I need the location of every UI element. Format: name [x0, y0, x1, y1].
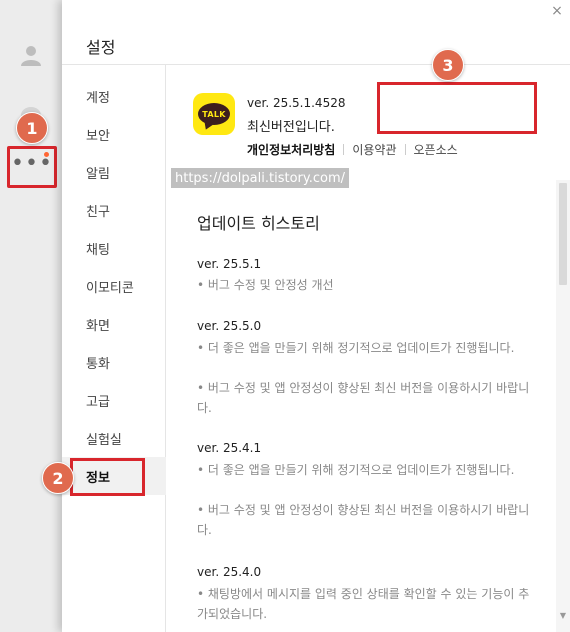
notification-dot: [44, 152, 49, 157]
scroll-down-icon[interactable]: ▼: [559, 612, 567, 620]
app-rail: •••: [0, 0, 62, 632]
history-line: • 더 좋은 앱을 만들기 위해 정기적으로 업데이트가 진행됩니다.: [197, 341, 515, 355]
history-line: • 더 좋은 앱을 만들기 위해 정기적으로 업데이트가 진행됩니다.: [197, 463, 515, 477]
nav-item-account[interactable]: 계정: [62, 77, 166, 115]
history-version: ver. 25.4.1: [197, 441, 262, 455]
privacy-policy-link[interactable]: 개인정보처리방침: [247, 141, 335, 158]
annotation-badge-2: 2: [42, 462, 74, 494]
nav-item-emoticons[interactable]: 이모티콘: [62, 267, 166, 305]
version-text: ver. 25.5.1.4528: [247, 96, 346, 110]
history-line: • 버그 수정 및 앱 안정성이 향상된 최신 버전을 이용하시기 바랍니다.: [197, 381, 530, 415]
history-line: • 버그 수정 및 앱 안정성이 향상된 최신 버전을 이용하시기 바랍니다.: [197, 503, 530, 537]
chat-bubble-icon: TALK: [198, 103, 230, 125]
nav-item-chat[interactable]: 채팅: [62, 229, 166, 267]
annotation-box-info: [70, 458, 145, 496]
nav-item-advanced[interactable]: 고급: [62, 381, 166, 419]
status-text: 최신버전입니다.: [247, 120, 335, 135]
nav-item-labs[interactable]: 실험실: [62, 419, 166, 457]
annotation-badge-1: 1: [16, 112, 48, 144]
history-line: • 채팅방에서 메시지를 입력 중인 상태를 확인할 수 있는 기능이 추가되었…: [197, 587, 530, 621]
history-version: ver. 25.5.0: [197, 319, 262, 333]
nav-item-security[interactable]: 보안: [62, 115, 166, 153]
settings-nav: 계정 보안 알림 친구 채팅 이모티콘 화면 통화 고급 실험실 정보: [62, 65, 166, 632]
dialog-title: 설정: [86, 38, 116, 57]
watermark-url: https://dolpali.tistory.com/: [171, 168, 349, 188]
settings-dialog: × 설정 계정 보안 알림 친구 채팅 이모티콘 화면 통화 고급 실험실 정보…: [62, 0, 570, 632]
history-version: ver. 25.5.1: [197, 257, 262, 271]
history-title: 업데이트 히스토리: [197, 214, 320, 233]
terms-link[interactable]: 이용약관: [352, 141, 396, 158]
nav-item-calls[interactable]: 통화: [62, 343, 166, 381]
annotation-badge-3: 3: [432, 49, 464, 81]
link-separator: [404, 144, 406, 155]
scrollbar-thumb[interactable]: [559, 183, 567, 285]
history-line: • 버그 수정 및 안정성 개선: [197, 278, 334, 292]
kakaotalk-logo: TALK: [193, 93, 235, 135]
link-separator: [343, 144, 345, 155]
more-button[interactable]: •••: [7, 146, 57, 188]
close-icon[interactable]: ×: [550, 4, 564, 18]
info-links: 개인정보처리방침 이용약관 오픈소스: [247, 141, 458, 158]
open-source-link[interactable]: 오픈소스: [414, 141, 458, 158]
nav-item-friends[interactable]: 친구: [62, 191, 166, 229]
info-panel: TALK ver. 25.5.1.4528 최신버전입니다. 개인정보처리방침 …: [167, 65, 557, 632]
history-version: ver. 25.4.0: [197, 565, 262, 579]
nav-item-notifications[interactable]: 알림: [62, 153, 166, 191]
person-icon[interactable]: [19, 43, 43, 67]
nav-item-display[interactable]: 화면: [62, 305, 166, 343]
annotation-box-3: [377, 82, 537, 134]
